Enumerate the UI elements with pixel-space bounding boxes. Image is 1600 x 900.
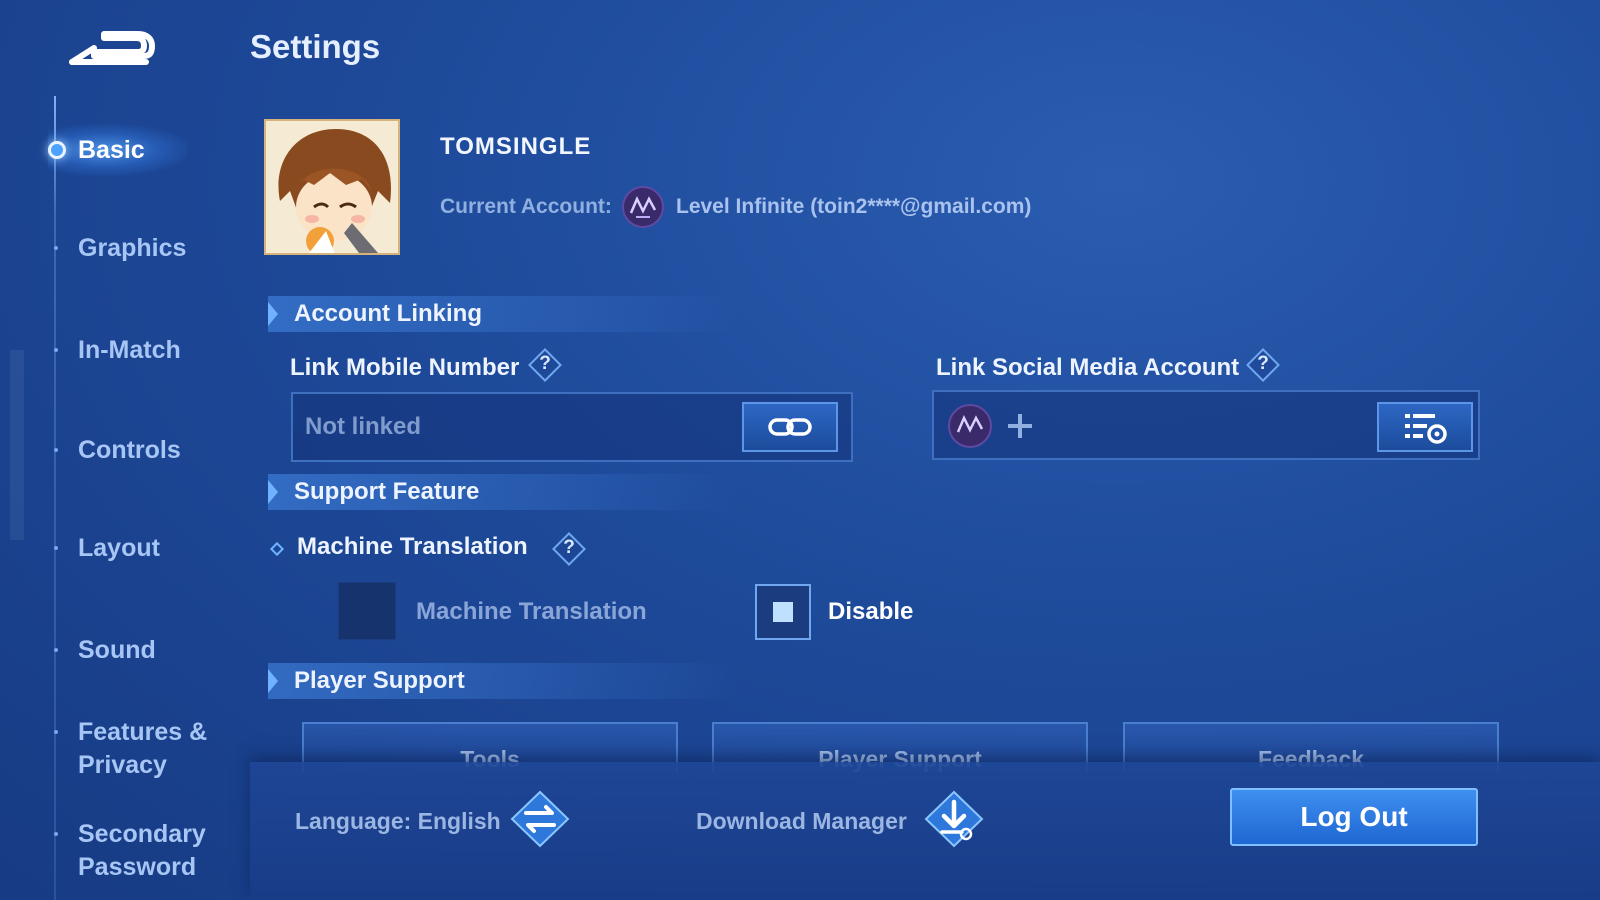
section-title: Player Support [294,667,465,694]
help-icon[interactable]: ? [528,348,562,382]
current-account-label: Current Account: [440,195,612,218]
sidebar-item-graphics[interactable]: Graphics [54,232,187,265]
sidebar-item-controls[interactable]: Controls [54,434,181,467]
sidebar-item-label: Sound [78,636,156,664]
sidebar-item-basic[interactable]: Basic [48,124,188,176]
sidebar-item-label: Layout [78,534,160,562]
bullet-icon [54,832,58,836]
bullet-diamond-icon [269,541,285,557]
bullet-icon [54,546,58,550]
current-account-value: Level Infinite (toin2****@gmail.com) [676,195,1032,218]
help-glyph: ? [1257,353,1269,374]
download-manager-label: Download Manager [696,808,907,834]
manage-social-button[interactable] [1377,402,1473,452]
avatar[interactable] [264,119,400,255]
avatar-image [266,121,398,253]
level-infinite-logo [622,186,664,228]
mobile-number-placeholder: Not linked [305,413,422,440]
bullet-icon [54,448,58,452]
sidebar-item-layout[interactable]: Layout [54,532,160,565]
download-icon[interactable] [922,788,986,850]
sidebar-item-label: Graphics [78,234,187,262]
language-swap-icon[interactable] [508,788,572,850]
sidebar-item-label: In-Match [78,336,181,364]
username: TOMSINGLE [440,133,592,160]
sidebar-item-label: Features & [78,718,208,746]
language-label: Language: English [295,808,501,834]
sidebar-item-label: Basic [78,136,145,164]
sidebar-item-label: Controls [78,436,181,464]
active-indicator-icon [48,141,66,159]
help-glyph: ? [539,353,551,374]
help-icon[interactable]: ? [552,532,586,566]
back-arrow-icon [69,31,155,65]
section-player-support: Player Support [268,663,738,699]
disable-option-label: Disable [828,598,914,625]
checkbox-check-mark [773,602,793,622]
section-title: Account Linking [294,300,482,327]
help-glyph: ? [563,537,575,558]
disable-checkbox[interactable] [755,584,811,640]
link-mobile-label: Link Mobile Number [290,354,520,381]
machine-translation-checkbox[interactable] [338,582,396,640]
settings-list-icon [1405,414,1447,444]
link-mobile-button[interactable] [742,402,838,452]
bullet-icon [54,648,58,652]
link-social-label: Link Social Media Account [936,354,1240,381]
sidebar-item-label: Secondary [78,820,206,848]
sidebar-item-secondary-password[interactable]: Secondary Password [54,818,206,884]
sidebar-item-label-line2: Password [78,853,197,881]
section-title: Support Feature [294,478,480,505]
settings-screen: Settings Basic Graphics In-Match Control… [0,0,1600,900]
sidebar-item-in-match[interactable]: In-Match [54,334,181,367]
section-notch-icon [268,302,278,326]
bullet-icon [54,348,58,352]
back-button[interactable] [68,28,160,68]
machine-translation-option-label: Machine Translation [416,598,647,625]
bullet-icon [54,730,58,734]
sidebar-item-sound[interactable]: Sound [54,634,156,667]
section-notch-icon [268,669,278,693]
plus-icon[interactable] [1002,408,1038,444]
level-infinite-logo[interactable] [948,404,992,448]
section-account-linking: Account Linking [268,296,738,332]
sidebar-track [54,96,56,900]
page-title: Settings [250,28,381,65]
side-watermark [10,350,24,540]
sidebar-item-features-privacy[interactable]: Features & Privacy [54,716,208,782]
logout-button[interactable]: Log Out [1230,788,1478,846]
help-icon[interactable]: ? [1246,348,1280,382]
machine-translation-label: Machine Translation [297,533,528,560]
sidebar-item-label-line2: Privacy [78,751,167,779]
section-notch-icon [268,480,278,504]
link-chain-icon [768,418,812,436]
bullet-icon [54,246,58,250]
section-support-feature: Support Feature [268,474,738,510]
